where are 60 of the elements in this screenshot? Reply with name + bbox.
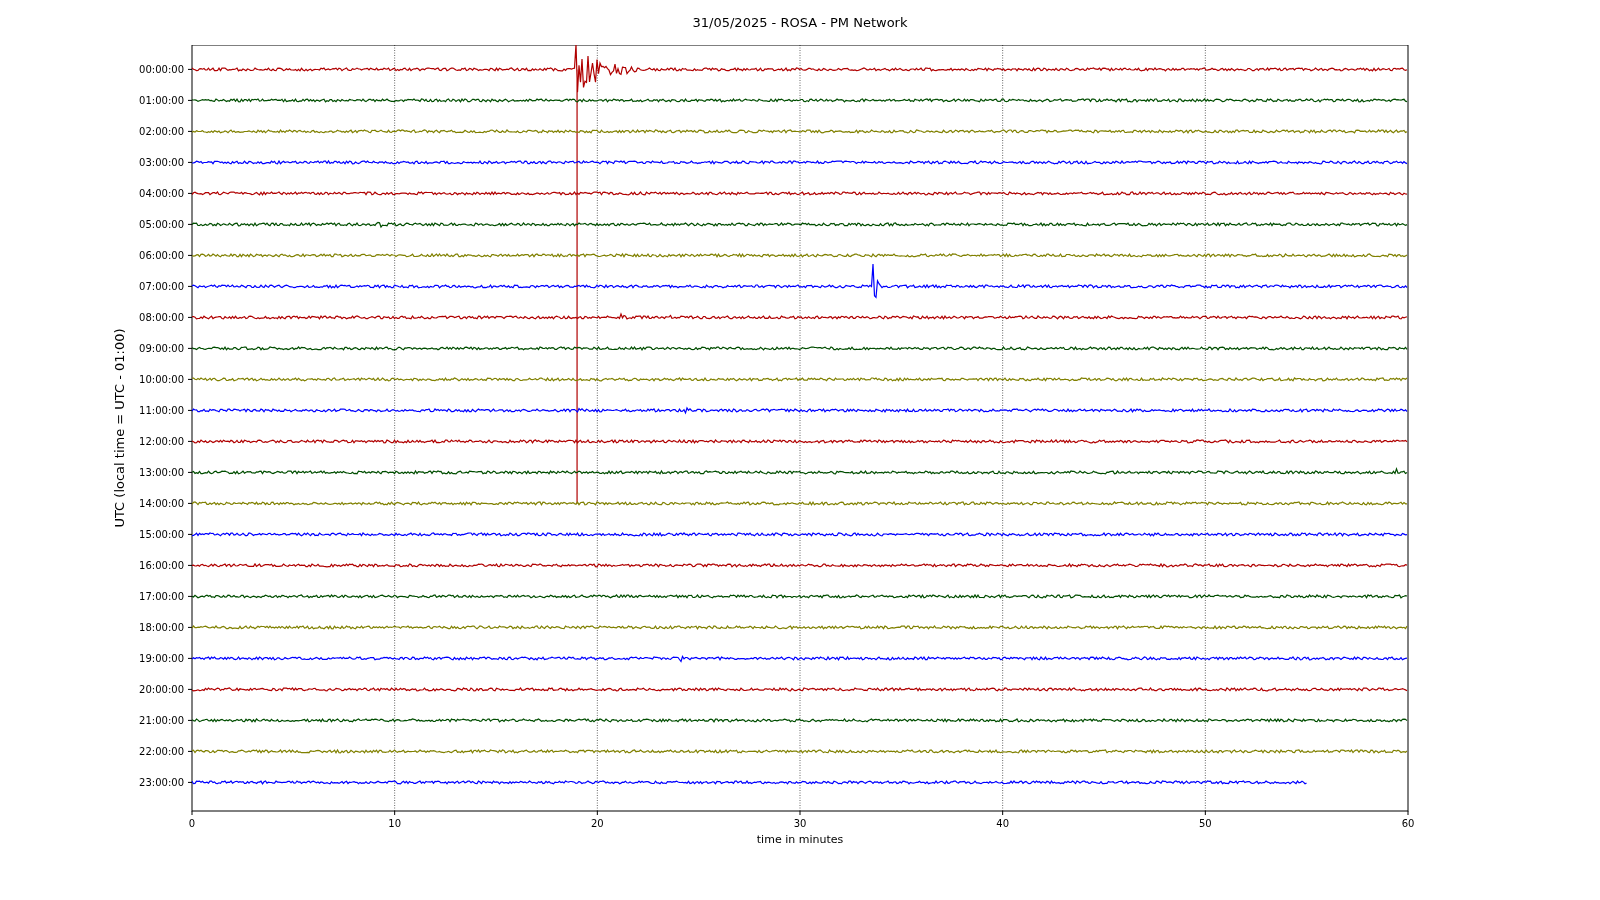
y-tick-label: 10:00:00	[139, 374, 184, 386]
x-tick-label: 10	[388, 818, 402, 829]
tick-mark	[187, 657, 193, 659]
tick-mark	[187, 471, 193, 473]
y-tick-label: 13:00:00	[139, 467, 184, 479]
tick-mark	[187, 750, 193, 752]
tick-mark	[187, 502, 193, 504]
tick-mark	[187, 99, 193, 101]
tick-mark	[187, 254, 193, 256]
tick-mark	[187, 68, 193, 70]
y-tick-label: 17:00:00	[139, 591, 184, 603]
y-tick-label: 22:00:00	[139, 746, 184, 758]
y-tick-label: 02:00:00	[139, 126, 184, 138]
y-tick-label: 04:00:00	[139, 188, 184, 200]
y-tick-label: 16:00:00	[139, 560, 184, 572]
tick-mark	[1407, 810, 1409, 816]
y-tick-label: 09:00:00	[139, 343, 184, 355]
y-tick-label: 18:00:00	[139, 622, 184, 634]
chart-title: 31/05/2025 - ROSA - PM Network	[692, 13, 908, 32]
tick-mark	[187, 533, 193, 535]
x-tick-label: 20	[590, 818, 604, 829]
tick-mark	[191, 810, 193, 816]
tick-mark	[187, 192, 193, 194]
tick-mark	[187, 440, 193, 442]
tick-mark	[187, 564, 193, 566]
y-tick-label: 14:00:00	[139, 498, 184, 510]
x-tick-label: 40	[996, 818, 1010, 829]
tick-mark	[187, 130, 193, 132]
y-tick-label: 23:00:00	[139, 777, 184, 789]
y-axis-label: UTC (local time = UTC - 01:00)	[112, 328, 127, 528]
tick-mark	[187, 688, 193, 690]
y-tick-label: 01:00:00	[139, 95, 184, 107]
x-tick-label: 30	[793, 818, 807, 829]
tick-mark	[187, 626, 193, 628]
y-tick-label: 21:00:00	[139, 715, 184, 727]
y-tick-label: 11:00:00	[139, 405, 184, 417]
tick-mark	[187, 347, 193, 349]
tick-mark	[187, 285, 193, 287]
y-tick-label: 07:00:00	[139, 281, 184, 293]
x-tick-label: 50	[1198, 818, 1212, 829]
tick-mark	[187, 161, 193, 163]
y-tick-label: 06:00:00	[139, 250, 184, 262]
y-tick-label: 15:00:00	[139, 529, 184, 541]
tick-mark	[187, 223, 193, 225]
y-tick-label: 05:00:00	[139, 219, 184, 231]
tick-mark	[187, 378, 193, 380]
x-axis-label: time in minutes	[756, 833, 844, 846]
tick-mark	[187, 595, 193, 597]
tick-mark	[187, 316, 193, 318]
y-tick-label: 12:00:00	[139, 436, 184, 448]
tick-mark	[187, 781, 193, 783]
y-tick-label: 19:00:00	[139, 653, 184, 665]
tick-mark	[187, 719, 193, 721]
x-tick-label: 0	[188, 818, 196, 829]
y-tick-label: 03:00:00	[139, 157, 184, 169]
y-tick-label: 20:00:00	[139, 684, 184, 696]
y-tick-label: 08:00:00	[139, 312, 184, 324]
x-tick-label: 60	[1401, 818, 1415, 829]
y-tick-label: 00:00:00	[139, 64, 184, 76]
tick-mark	[187, 409, 193, 411]
